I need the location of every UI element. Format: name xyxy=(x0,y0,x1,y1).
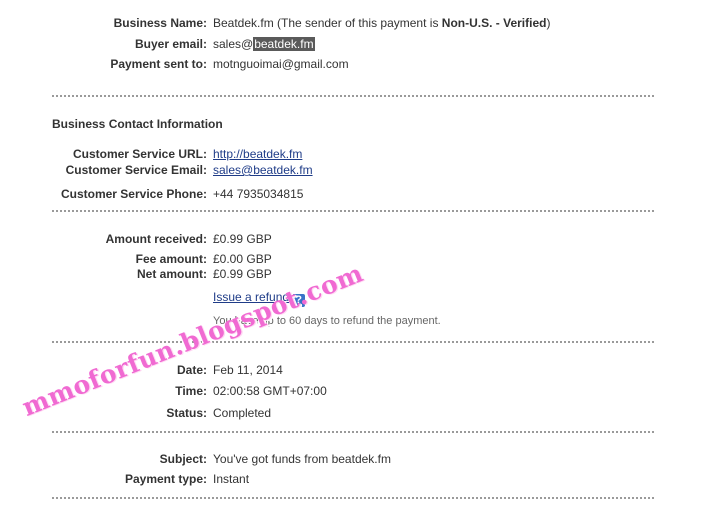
time-label: Time: xyxy=(175,384,207,398)
buyer-email-selected-domain: beatdek.fm xyxy=(253,37,315,51)
fee-amount-label: Fee amount: xyxy=(135,252,207,266)
fee-amount-value: £0.00 GBP xyxy=(213,252,272,266)
service-email-value: sales@beatdek.fm xyxy=(213,163,313,178)
payment-sent-to-value: motnguoimai@gmail.com xyxy=(213,57,349,71)
issue-refund-link[interactable]: Issue a refund xyxy=(213,290,289,304)
payment-type-value: Instant xyxy=(213,472,250,486)
business-name-label: Business Name: xyxy=(113,16,207,30)
net-amount-label: Net amount: xyxy=(137,267,207,281)
service-url-value: http://beatdek.fm xyxy=(213,147,302,162)
payment-type-label: Payment type: xyxy=(124,472,207,486)
net-amount-value: £0.99 GBP xyxy=(213,267,272,281)
service-phone-label: Customer Service Phone: xyxy=(60,187,207,201)
date-value: Feb 11, 2014 xyxy=(213,363,283,377)
business-name-text: Beatdek.fm (The sender of this payment i… xyxy=(213,16,442,30)
service-phone-value: +44 7935034815 xyxy=(213,187,304,201)
service-email-label: Customer Service Email: xyxy=(65,163,207,177)
date-label: Date: xyxy=(176,363,207,377)
divider xyxy=(52,497,654,499)
time-value: 02:00:58 GMT+07:00 xyxy=(213,384,327,398)
service-url-label: Customer Service URL: xyxy=(72,147,207,161)
buyer-email-label: Buyer email: xyxy=(134,37,207,51)
business-name-close: ) xyxy=(546,16,551,30)
section-title-contact: Business Contact Information xyxy=(52,117,223,131)
subject-label: Subject: xyxy=(159,452,207,466)
service-email-link[interactable]: sales@beatdek.fm xyxy=(213,163,313,177)
status-label: Status: xyxy=(166,406,207,420)
amount-received-label: Amount received: xyxy=(105,232,207,246)
verification-status: Non-U.S. - Verified xyxy=(441,16,547,30)
business-name-value: Beatdek.fm (The sender of this payment i… xyxy=(213,16,550,31)
buyer-email-prefix: sales@ xyxy=(213,37,254,51)
divider xyxy=(52,95,654,97)
service-url-link[interactable]: http://beatdek.fm xyxy=(213,147,302,161)
divider xyxy=(52,341,654,343)
status-value: Completed xyxy=(213,406,272,420)
divider xyxy=(52,210,654,212)
payment-sent-to-label: Payment sent to: xyxy=(110,57,207,71)
amount-received-value: £0.99 GBP xyxy=(213,232,272,246)
buyer-email-value[interactable]: sales@beatdek.fm xyxy=(213,37,315,52)
refund-note: You have up to 60 days to refund the pay… xyxy=(213,315,441,327)
divider xyxy=(52,431,654,433)
subject-value: You've got funds from beatdek.fm xyxy=(213,452,391,466)
refund-row: Issue a refund? xyxy=(213,290,306,307)
help-icon[interactable]: ? xyxy=(292,294,306,307)
